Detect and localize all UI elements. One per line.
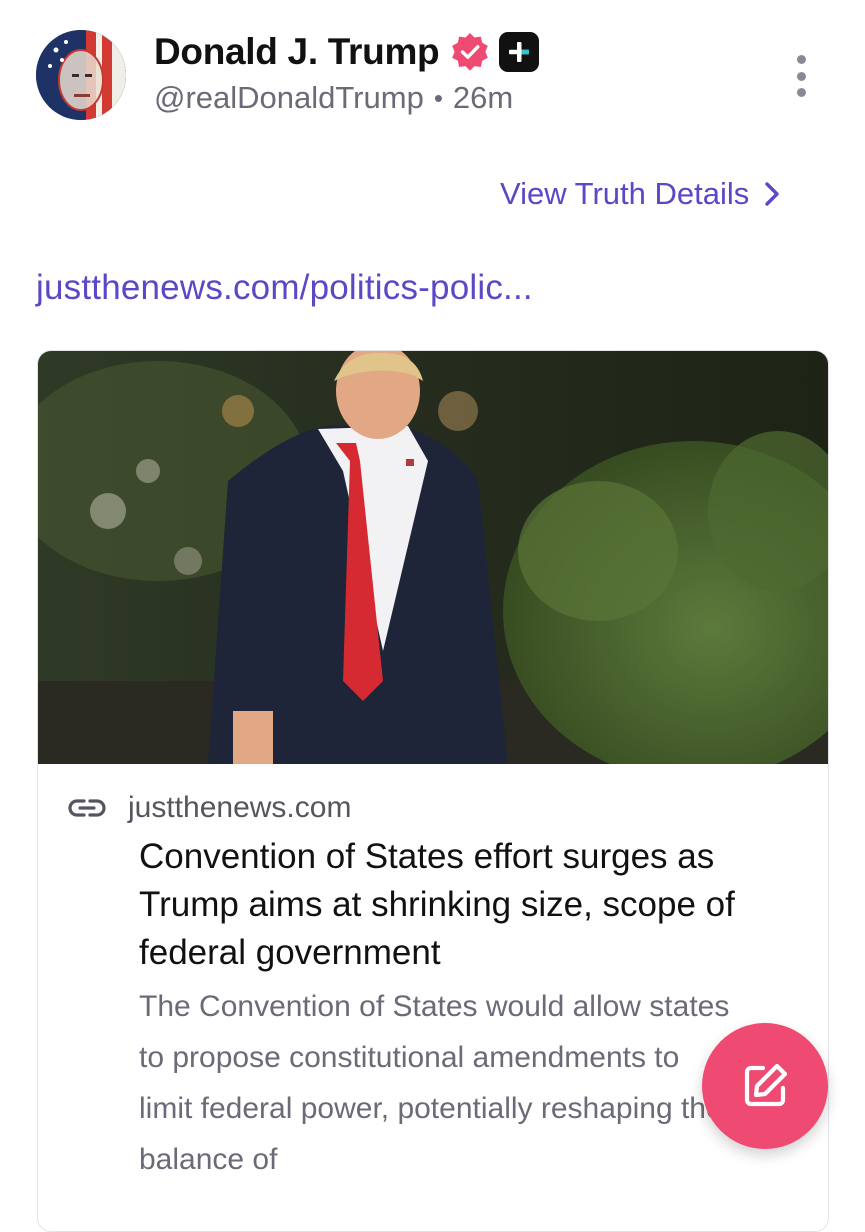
avatar[interactable] bbox=[36, 30, 126, 120]
card-title: Convention of States effort surges as Tr… bbox=[139, 837, 735, 972]
display-name[interactable]: Donald J. Trump bbox=[154, 31, 440, 73]
card-source: justthenews.com bbox=[68, 791, 351, 825]
view-truth-details-label: View Truth Details bbox=[500, 176, 750, 211]
more-dot bbox=[796, 88, 806, 97]
verified-badge-icon bbox=[452, 33, 489, 71]
more-dot bbox=[796, 55, 806, 64]
card-description: The Convention of States would allow sta… bbox=[139, 990, 730, 1176]
link-icon bbox=[68, 799, 106, 817]
compose-icon bbox=[744, 1063, 788, 1107]
post-header: Donald J. Trump @realDonaldTrump • 26m bbox=[0, 0, 865, 140]
more-vertical-icon[interactable] bbox=[788, 55, 814, 97]
more-dot bbox=[796, 71, 806, 81]
timestamp: 26m bbox=[452, 80, 514, 115]
separator-dot: • bbox=[433, 82, 443, 113]
compose-button[interactable] bbox=[702, 1023, 828, 1149]
plus-badge-icon bbox=[499, 32, 540, 72]
chevron-right-icon bbox=[765, 182, 779, 206]
post-link[interactable]: justthenews.com/politics-polic... bbox=[36, 268, 533, 308]
view-truth-details-link[interactable]: View Truth Details bbox=[500, 172, 781, 216]
preview-image bbox=[38, 351, 828, 764]
name-row: Donald J. Trump bbox=[154, 28, 540, 76]
card-domain: justthenews.com bbox=[128, 791, 352, 824]
handle[interactable]: @realDonaldTrump bbox=[154, 80, 424, 116]
handle-row: @realDonaldTrump • 26m bbox=[154, 80, 513, 116]
